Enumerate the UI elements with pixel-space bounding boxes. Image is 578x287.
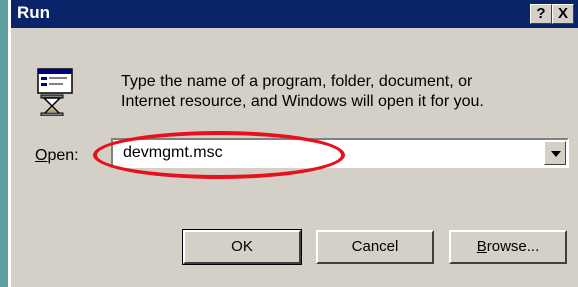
prompt-line-2: Internet resource, and Windows will open… [121, 93, 484, 110]
browse-button[interactable]: Browse... [449, 230, 567, 264]
titlebar: Run ? X [11, 0, 578, 28]
prompt-line-1: Type the name of a program, folder, docu… [121, 73, 473, 90]
close-button[interactable]: X [552, 4, 574, 24]
cancel-button[interactable]: Cancel [316, 230, 434, 264]
dropdown-arrow-icon[interactable] [544, 141, 566, 165]
window-title: Run [17, 3, 51, 22]
prompt-text: Type the name of a program, folder, docu… [121, 72, 571, 112]
run-icon [37, 68, 73, 116]
run-dialog: Run ? X Type the name of a program, fold… [8, 0, 578, 287]
open-label: Open: [35, 147, 79, 165]
ok-button[interactable]: OK [182, 229, 302, 265]
open-input[interactable] [117, 142, 549, 164]
open-label-rest: pen: [47, 147, 79, 164]
open-combobox[interactable] [111, 138, 569, 168]
browse-accel: B [476, 238, 487, 255]
browse-rest: rowse... [486, 238, 540, 255]
help-button[interactable]: ? [530, 4, 552, 24]
open-label-accel: O [35, 147, 48, 164]
